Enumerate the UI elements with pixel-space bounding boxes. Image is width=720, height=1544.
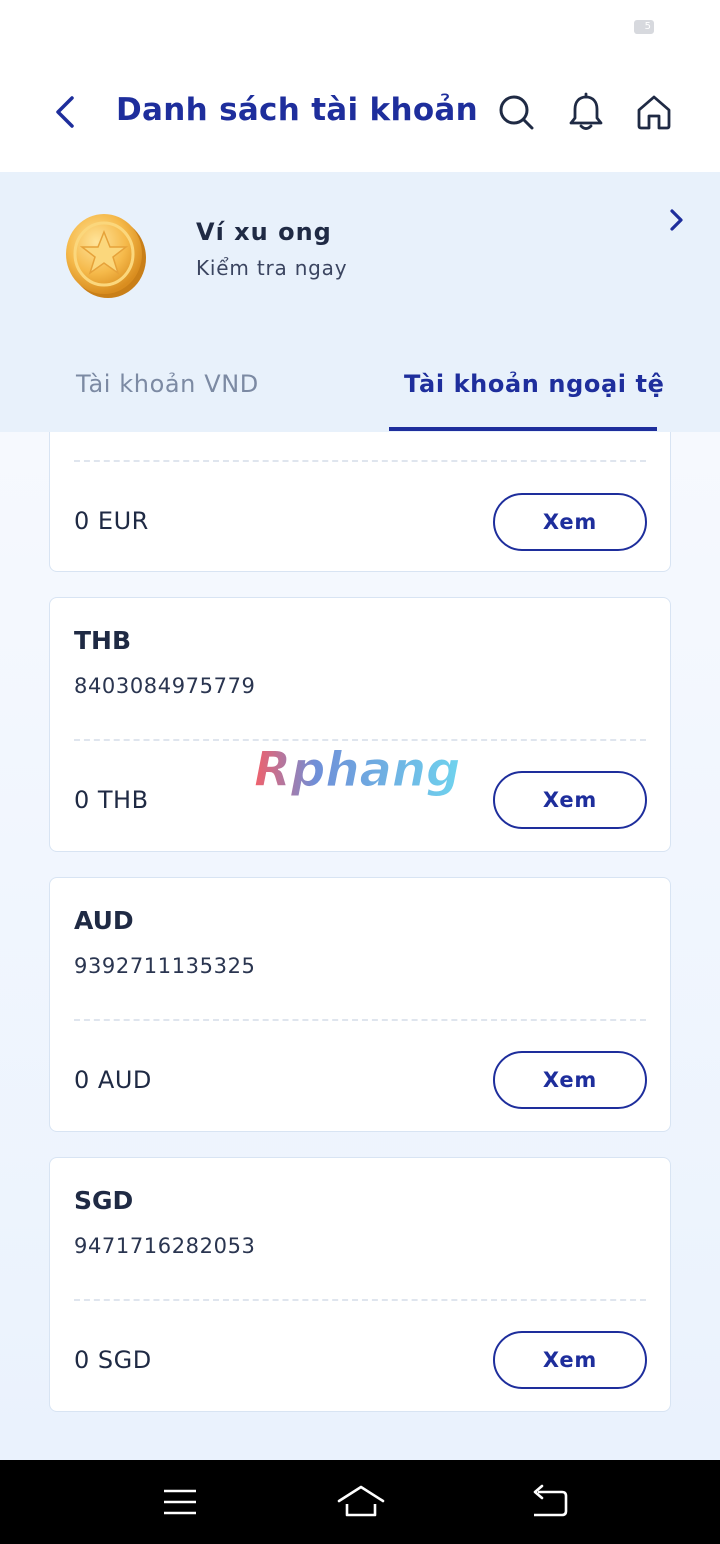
account-card-eur: 0 EUR Xem [49, 432, 671, 572]
account-number: 9471716282053 [74, 1234, 256, 1258]
menu-icon[interactable] [158, 1482, 202, 1522]
svg-text:Rphang: Rphang [254, 742, 460, 798]
view-button[interactable]: Xem [493, 1051, 647, 1109]
account-number: 8403084975779 [74, 674, 256, 698]
view-button[interactable]: Xem [493, 493, 647, 551]
page-title: Danh sách tài khoản [116, 92, 479, 128]
account-list[interactable]: 0 EUR Xem THB 8403084975779 0 THB Xem AU… [0, 432, 720, 1460]
chevron-right-icon[interactable] [664, 206, 688, 234]
home-icon[interactable] [634, 92, 674, 132]
coin-icon [66, 214, 146, 298]
back-icon[interactable] [48, 92, 84, 132]
wallet-title: Ví xu ong [196, 218, 332, 246]
search-icon[interactable] [496, 92, 536, 132]
watermark-logo: Rphang [254, 742, 461, 799]
account-currency: THB [74, 626, 132, 655]
tab-foreign-accounts[interactable]: Tài khoản ngoại tệ [404, 370, 664, 398]
account-balance: 0 SGD [74, 1346, 152, 1374]
view-button[interactable]: Xem [493, 771, 647, 829]
status-bar: 5 [0, 0, 720, 56]
view-button[interactable]: Xem [493, 1331, 647, 1389]
account-currency: SGD [74, 1186, 134, 1215]
account-balance: 0 EUR [74, 507, 149, 535]
back-icon[interactable] [528, 1482, 572, 1522]
card-divider [74, 1299, 646, 1301]
app-header: Danh sách tài khoản [0, 56, 720, 172]
account-currency: AUD [74, 906, 134, 935]
system-nav-bar [0, 1460, 720, 1544]
account-balance: 0 THB [74, 786, 149, 814]
account-number: 9392711135325 [74, 954, 256, 978]
wallet-banner[interactable]: Ví xu ong Kiểm tra ngay [0, 172, 720, 340]
account-card-thb: THB 8403084975779 0 THB Xem [49, 597, 671, 852]
account-tabs: Tài khoản VND Tài khoản ngoại tệ [0, 340, 720, 432]
active-tab-indicator [389, 427, 657, 431]
account-card-sgd: SGD 9471716282053 0 SGD Xem [49, 1157, 671, 1412]
wallet-subtitle: Kiểm tra ngay [196, 256, 348, 280]
account-balance: 0 AUD [74, 1066, 152, 1094]
battery-icon: 5 [634, 20, 654, 34]
tab-vnd-accounts[interactable]: Tài khoản VND [76, 370, 259, 398]
bell-icon[interactable] [566, 92, 606, 132]
home-icon[interactable] [336, 1482, 386, 1522]
card-divider [74, 1019, 646, 1021]
card-divider [74, 460, 646, 462]
account-card-aud: AUD 9392711135325 0 AUD Xem [49, 877, 671, 1132]
